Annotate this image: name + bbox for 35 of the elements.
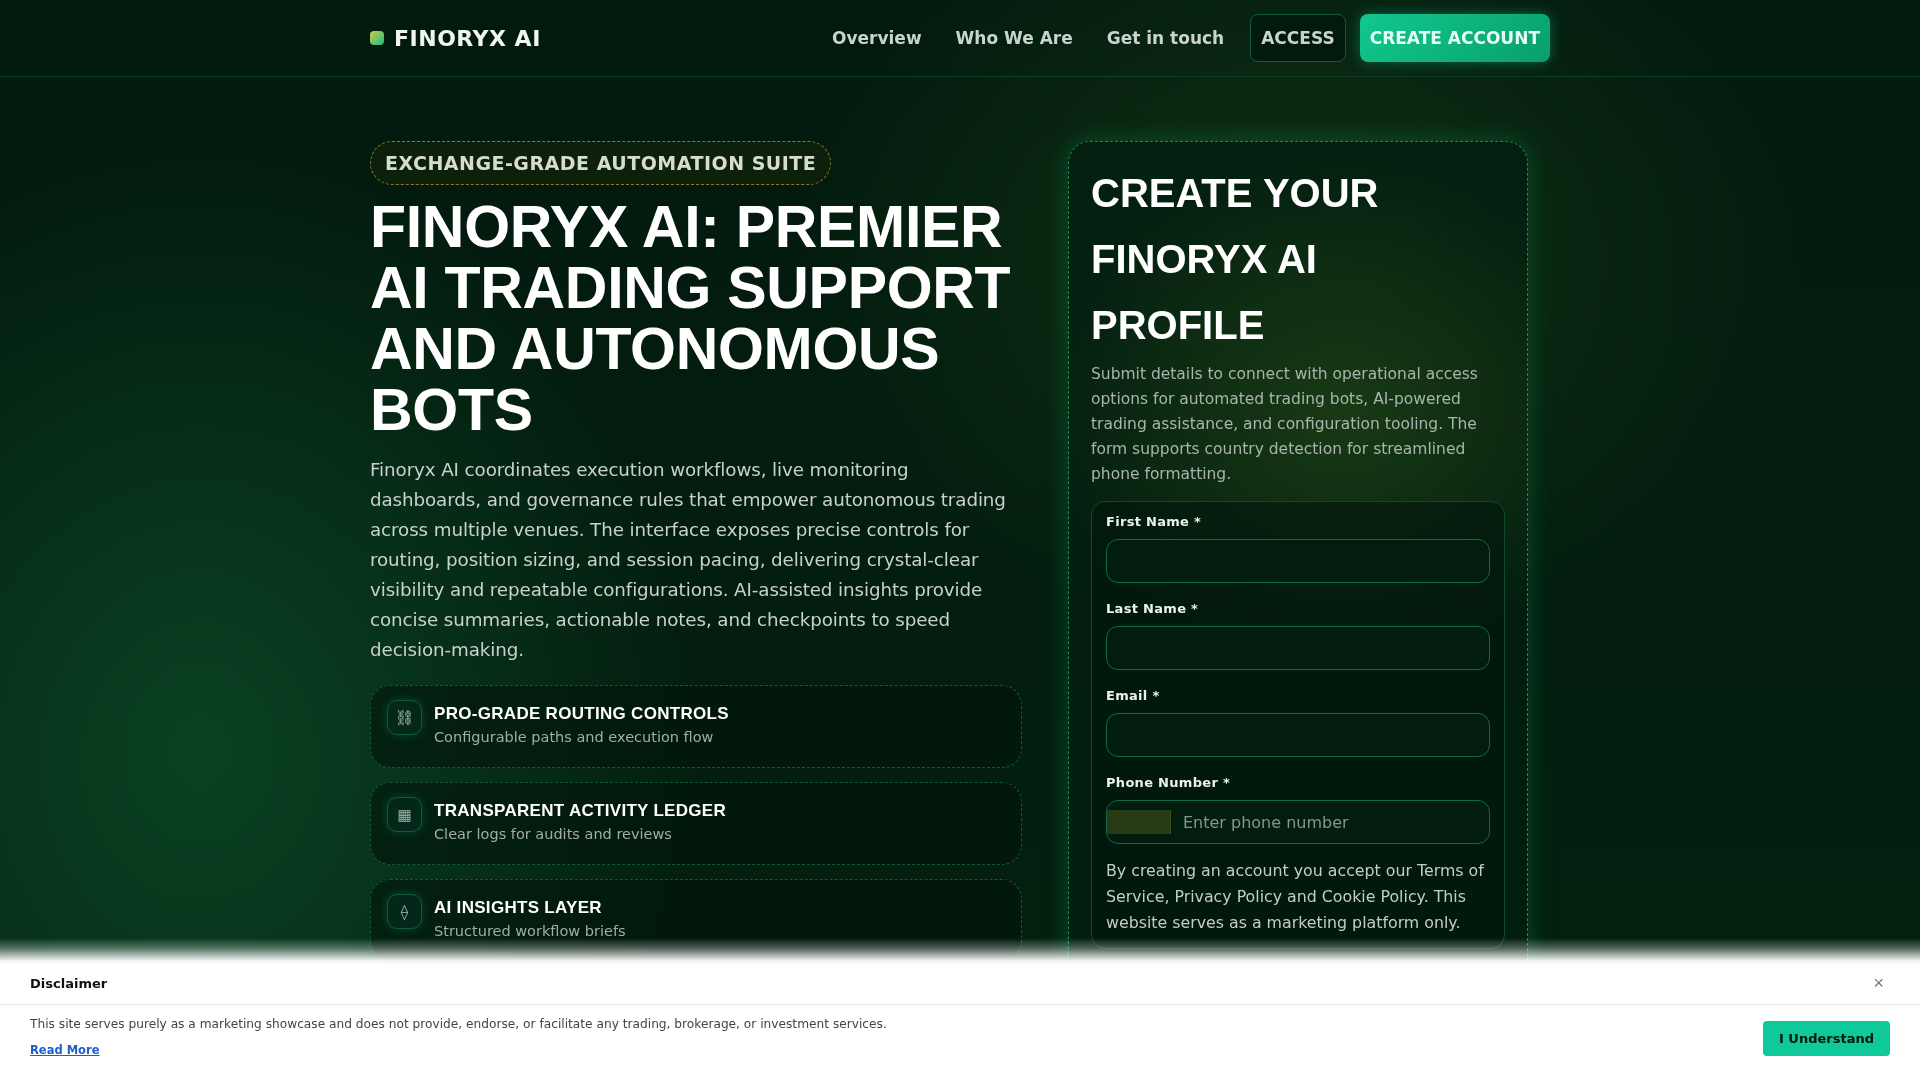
feature-title: TRANSPARENT ACTIVITY LEDGER <box>434 801 727 821</box>
field-label: Email * <box>1106 688 1161 703</box>
field-label: Phone Number * <box>1106 775 1232 790</box>
hero-title: FINORYX AI: PREMIER AI TRADING SUPPORT AND AUTONOMOUS BOTS <box>370 197 1012 441</box>
field-label: Last Name * <box>1106 601 1200 616</box>
read-more-link[interactable]: Read More <box>30 1043 100 1057</box>
input-field[interactable] <box>1106 539 1490 583</box>
feature-title: PRO-GRADE ROUTING CONTROLS <box>434 704 729 724</box>
nav-link[interactable]: Overview <box>832 28 922 48</box>
feature-title: AI INSIGHTS LAYER <box>434 898 603 918</box>
nav-link[interactable]: Get in touch <box>1106 28 1225 48</box>
input-field[interactable] <box>1106 713 1490 757</box>
disclaimer-title: Disclaimer <box>30 976 108 991</box>
nav-link[interactable]: Who We Are <box>955 28 1073 48</box>
signup-title: CREATE YOUR FINORYX AI PROFILE <box>1091 170 1380 349</box>
access-button[interactable]: ACCESS <box>1250 14 1346 62</box>
field-label: First Name * <box>1106 514 1203 529</box>
feature-subtitle: Clear logs for audits and reviews <box>434 826 673 842</box>
close-button[interactable]: × <box>1867 973 1890 994</box>
phone-input[interactable]: Enter phone number <box>1171 801 1489 843</box>
hero-description: Finoryx AI coordinates execution workflows, live monitoring dashboards, and governance rules that empower autonomous trading across multiple venues. The interface exposes precise controls for routing, position sizing, and session pacing, delivering crystal-clear visibility and repeatable configurations. AI-assisted insights provide concise summaries, actionable notes, and checkpoints to speed decision-making. <box>370 458 1007 662</box>
phone-field[interactable]: Enter phone number <box>1106 800 1490 844</box>
signup-description: Submit details to connect with operational access options for automated trading bots, AI-powered trading assistance, and configuration tooling. The form supports country detection for streamlined phone formatting. <box>1091 364 1479 485</box>
terms-text: By creating an account you accept our Terms of Service, Privacy Policy and Cookie Policy. This website serves as a marketing platform only. <box>1106 860 1485 934</box>
feature-icon: ⟠ <box>387 894 422 929</box>
feature-icon: ▦ <box>387 797 422 832</box>
feature-icon: ⛓ <box>387 700 422 735</box>
input-field[interactable] <box>1106 626 1490 670</box>
brand-name: FINORYX AI <box>394 25 541 51</box>
feature-subtitle: Configurable paths and execution flow <box>434 729 715 745</box>
understand-button[interactable]: I Understand <box>1763 1021 1890 1056</box>
hero-badge: EXCHANGE-GRADE AUTOMATION SUITE <box>370 141 832 185</box>
logo-icon <box>370 31 384 45</box>
disclaimer-text: This site serves purely as a marketing showcase and does not provide, endorse, or facilitate any trading, brokerage, or investment services. <box>30 1017 887 1031</box>
feature-subtitle: Structured workflow briefs <box>434 923 626 939</box>
